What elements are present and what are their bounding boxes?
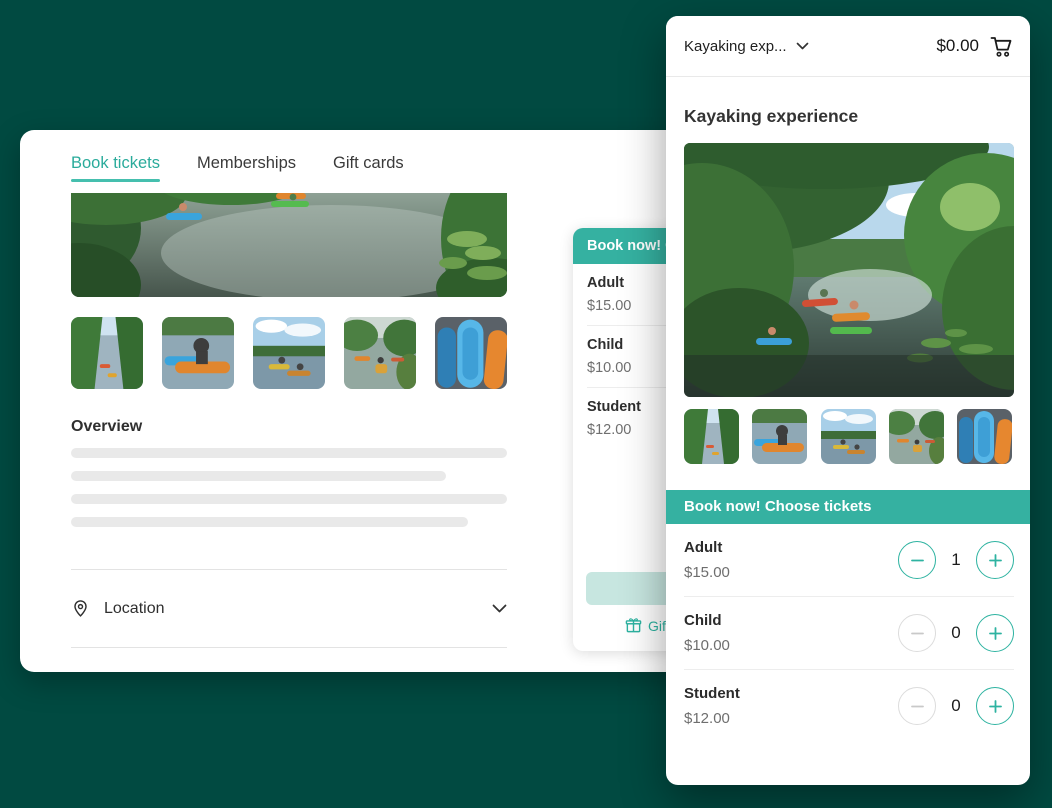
quantity-value: 0 <box>945 623 967 643</box>
overview-skeleton-text <box>71 448 507 540</box>
overview-heading: Overview <box>71 418 142 436</box>
skeleton-line <box>71 494 507 504</box>
checkout-panel: Kayaking exp... $0.00 Kayakin <box>666 16 1030 785</box>
thumbnail-strip <box>684 409 1012 464</box>
thumbnail-kayaks-top-down[interactable] <box>957 409 1012 464</box>
app-background: Book tickets Memberships Gift cards <box>0 0 1052 808</box>
thumbnail-orange-kayak[interactable] <box>162 317 234 389</box>
skeleton-line <box>71 448 507 458</box>
plus-button[interactable] <box>976 687 1014 725</box>
thumbnail-kayaks-top-down[interactable] <box>435 317 507 389</box>
thumbnail-strip <box>71 317 507 389</box>
experience-photo-river <box>684 143 1014 397</box>
quantity-value: 1 <box>945 550 967 570</box>
ticket-name: Student <box>684 684 740 703</box>
ticket-row-student: Student $12.00 0 <box>684 670 1014 742</box>
ticket-price: $10.00 <box>684 636 730 655</box>
experience-title: Kayaking experience <box>684 105 1012 127</box>
choose-tickets-banner: Book now! Choose tickets <box>666 490 1030 524</box>
tab-book-tickets[interactable]: Book tickets <box>71 130 160 190</box>
plus-button[interactable] <box>976 614 1014 652</box>
ticket-price: $15.00 <box>684 563 730 582</box>
experience-selector-label: Kayaking exp... <box>684 38 787 55</box>
cart-total: $0.00 <box>936 36 979 56</box>
location-label: Location <box>104 600 165 618</box>
thumbnail-river-group[interactable] <box>889 409 944 464</box>
tab-gift-cards[interactable]: Gift cards <box>333 130 404 190</box>
ticket-name: Adult <box>684 538 730 557</box>
tab-bar: Book tickets Memberships Gift cards <box>20 130 700 190</box>
ticket-row-child: Child $10.00 0 <box>684 597 1014 670</box>
tab-memberships[interactable]: Memberships <box>197 130 296 190</box>
thumbnail-lake-kayaks[interactable] <box>821 409 876 464</box>
quantity-stepper: 1 <box>898 541 1014 579</box>
skeleton-line <box>71 471 446 481</box>
chevron-down-icon <box>492 604 507 614</box>
cart-icon[interactable] <box>989 34 1014 59</box>
plus-button[interactable] <box>976 541 1014 579</box>
chevron-down-icon <box>796 42 809 51</box>
location-accordion[interactable]: Location <box>71 569 507 648</box>
skeleton-line <box>71 517 468 527</box>
location-pin-icon <box>71 599 90 618</box>
gift-icon <box>625 617 642 634</box>
ticket-selection-list: Adult $15.00 1 Child $10.00 <box>666 524 1030 742</box>
ticket-name: Child <box>684 611 730 630</box>
checkout-header: Kayaking exp... $0.00 <box>666 16 1030 77</box>
thumbnail-lake-kayaks[interactable] <box>253 317 325 389</box>
ticket-price: $12.00 <box>684 709 740 728</box>
minus-button-disabled[interactable] <box>898 614 936 652</box>
quantity-stepper: 0 <box>898 687 1014 725</box>
minus-button[interactable] <box>898 541 936 579</box>
experience-selector[interactable]: Kayaking exp... <box>684 38 809 55</box>
thumbnail-river-canyon[interactable] <box>684 409 739 464</box>
thumbnail-orange-kayak[interactable] <box>752 409 807 464</box>
thumbnail-river-canyon[interactable] <box>71 317 143 389</box>
thumbnail-river-group[interactable] <box>344 317 416 389</box>
main-photo-river <box>71 193 507 297</box>
quantity-stepper: 0 <box>898 614 1014 652</box>
quantity-value: 0 <box>945 696 967 716</box>
minus-button-disabled[interactable] <box>898 687 936 725</box>
gift-link[interactable]: Gift <box>625 617 670 634</box>
ticket-row-adult: Adult $15.00 1 <box>684 524 1014 597</box>
